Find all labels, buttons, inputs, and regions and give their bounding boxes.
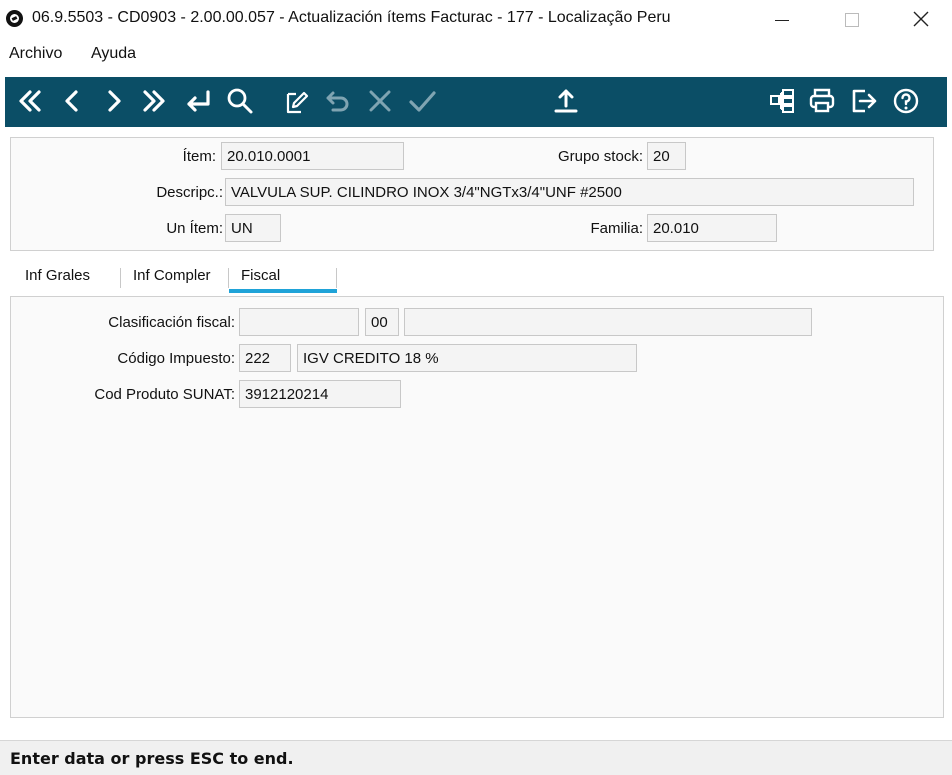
export-icon[interactable]	[551, 86, 581, 116]
grupo-stock-label: Grupo stock:	[557, 148, 643, 165]
first-record-icon[interactable]	[15, 86, 45, 116]
tab-divider	[120, 268, 121, 288]
descripcion-field[interactable]: VALVULA SUP. CILINDRO INOX 3/4"NGTx3/4"U…	[225, 178, 914, 206]
help-icon[interactable]	[891, 86, 921, 116]
clasificacion-fiscal-code-field[interactable]: 00	[365, 308, 399, 336]
fiscal-tab-panel: Clasificación fiscal: 00 Código Impuesto…	[10, 296, 944, 718]
cancel-icon[interactable]	[365, 86, 395, 116]
next-record-icon[interactable]	[99, 86, 129, 116]
clasificacion-fiscal-label: Clasificación fiscal:	[108, 314, 235, 331]
previous-record-icon[interactable]	[57, 86, 87, 116]
tab-fiscal[interactable]: Fiscal	[241, 267, 280, 284]
search-icon[interactable]	[225, 86, 255, 116]
title-bar: 06.9.5503 - CD0903 - 2.00.00.057 - Actua…	[0, 0, 952, 40]
tab-divider	[336, 268, 337, 288]
clasificacion-fiscal-field[interactable]	[239, 308, 359, 336]
edit-icon[interactable]	[281, 86, 311, 116]
status-message: Enter data or press ESC to end.	[10, 749, 294, 768]
codigo-impuesto-field[interactable]: 222	[239, 344, 291, 372]
item-label: Ítem:	[182, 148, 216, 165]
window-title: 06.9.5503 - CD0903 - 2.00.00.057 - Actua…	[32, 9, 671, 26]
codigo-impuesto-label: Código Impuesto:	[117, 350, 235, 367]
tab-inf-compler[interactable]: Inf Compler	[133, 267, 211, 284]
close-button[interactable]	[898, 0, 944, 40]
familia-field[interactable]: 20.010	[647, 214, 777, 242]
codigo-impuesto-desc-field: IGV CREDITO 18 %	[297, 344, 637, 372]
cod-produto-sunat-field[interactable]: 3912120214	[239, 380, 401, 408]
print-icon[interactable]	[807, 86, 837, 116]
tab-bar: Inf Grales Inf Compler Fiscal	[10, 262, 942, 296]
app-logo-icon	[6, 10, 23, 27]
minimize-button[interactable]	[760, 0, 806, 40]
toolbar	[5, 77, 947, 127]
status-bar: Enter data or press ESC to end.	[0, 740, 952, 775]
un-item-label: Un Ítem:	[166, 220, 223, 237]
tab-divider	[228, 268, 229, 288]
cod-produto-sunat-label: Cod Produto SUNAT:	[94, 386, 235, 403]
un-item-field[interactable]: UN	[225, 214, 281, 242]
familia-label: Familia:	[590, 220, 643, 237]
item-field[interactable]: 20.010.0001	[221, 142, 404, 170]
menu-ayuda[interactable]: Ayuda	[91, 45, 136, 63]
menu-bar: Archivo Ayuda	[0, 40, 952, 68]
item-header-panel: Ítem: 20.010.0001 Grupo stock: 20 Descri…	[10, 137, 934, 251]
descripcion-label: Descripc.:	[156, 184, 223, 201]
goto-icon[interactable]	[183, 86, 213, 116]
close-icon	[913, 11, 929, 27]
tree-icon[interactable]	[767, 86, 797, 116]
maximize-button[interactable]	[828, 0, 874, 40]
minimize-icon	[775, 20, 789, 21]
undo-icon[interactable]	[323, 86, 353, 116]
grupo-stock-field[interactable]: 20	[647, 142, 686, 170]
confirm-icon[interactable]	[407, 86, 437, 116]
menu-archivo[interactable]: Archivo	[9, 45, 62, 63]
maximize-icon	[845, 13, 859, 27]
clasificacion-fiscal-desc-field	[404, 308, 812, 336]
last-record-icon[interactable]	[139, 86, 169, 116]
active-tab-indicator	[229, 289, 337, 293]
exit-icon[interactable]	[849, 86, 879, 116]
tab-inf-grales[interactable]: Inf Grales	[25, 267, 90, 284]
